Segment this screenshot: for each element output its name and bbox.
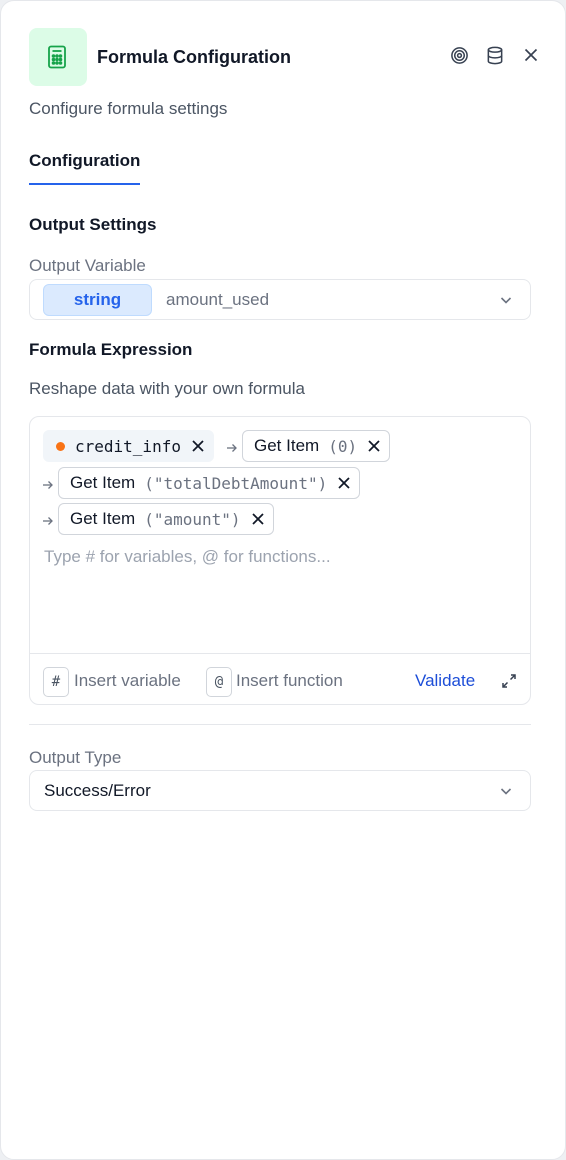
validate-button[interactable]: Validate: [415, 671, 475, 691]
function-chip[interactable]: Get Item (0): [242, 430, 391, 462]
hash-key-badge: #: [43, 667, 69, 697]
arrow-right-icon: [43, 481, 53, 489]
remove-chip-icon[interactable]: [191, 439, 205, 453]
output-variable-select[interactable]: string amount_used: [29, 279, 531, 320]
variable-chip-label: credit_info: [75, 436, 181, 456]
function-chip[interactable]: Get Item ("totalDebtAmount"): [58, 467, 361, 499]
formula-editor[interactable]: credit_info Get Item (0) Get Item ("tota…: [29, 416, 531, 705]
remove-chip-icon[interactable]: [251, 512, 265, 526]
target-icon[interactable]: [449, 45, 469, 65]
chevron-down-icon: [500, 788, 512, 795]
chevron-down-icon: [500, 297, 512, 304]
at-key-badge: @: [206, 667, 232, 697]
variable-type-badge[interactable]: string: [43, 283, 152, 316]
arrow-right-icon: [227, 444, 237, 452]
expand-icon[interactable]: [501, 673, 517, 689]
output-variable-label: Output Variable: [29, 256, 146, 275]
close-icon[interactable]: [521, 45, 541, 65]
function-chip[interactable]: Get Item ("amount"): [58, 503, 274, 535]
output-variable-name: amount_used: [166, 289, 270, 309]
insert-variable-button[interactable]: Insert variable: [74, 671, 181, 691]
arrow-right-icon: [43, 517, 53, 525]
insert-function-button[interactable]: Insert function: [236, 671, 343, 691]
tab-configuration[interactable]: Configuration: [29, 151, 141, 185]
output-type-value: Success/Error: [44, 780, 151, 800]
function-chip-arg: ("amount"): [144, 509, 241, 529]
panel-title: Formula Configuration: [97, 47, 291, 67]
remove-chip-icon[interactable]: [367, 439, 381, 453]
calculator-icon: [29, 28, 87, 86]
formula-toolbar: # Insert variable @ Insert function Vali…: [30, 653, 530, 705]
output-type-label: Output Type: [29, 748, 122, 767]
remove-chip-icon[interactable]: [337, 476, 351, 490]
function-chip-name: Get Item: [70, 509, 136, 528]
section-divider: [29, 724, 531, 725]
variable-chip[interactable]: credit_info: [43, 430, 214, 462]
formula-helper-text: Reshape data with your own formula: [29, 379, 305, 398]
formula-config-panel: Formula Configuration Configure formula …: [0, 0, 566, 1160]
variable-dot: [56, 441, 65, 451]
formula-expression-heading: Formula Expression: [29, 340, 193, 359]
function-chip-arg: ("totalDebtAmount"): [144, 473, 328, 493]
function-chip-name: Get Item: [70, 473, 136, 492]
formula-input-placeholder[interactable]: Type # for variables, @ for functions...: [44, 547, 331, 567]
function-chip-name: Get Item: [254, 436, 320, 455]
output-type-select[interactable]: Success/Error: [29, 770, 531, 811]
header-actions: [449, 45, 541, 65]
database-icon[interactable]: [485, 45, 505, 65]
function-chip-arg: (0): [328, 436, 358, 456]
panel-subtitle: Configure formula settings: [29, 99, 228, 118]
output-settings-heading: Output Settings: [29, 215, 157, 234]
